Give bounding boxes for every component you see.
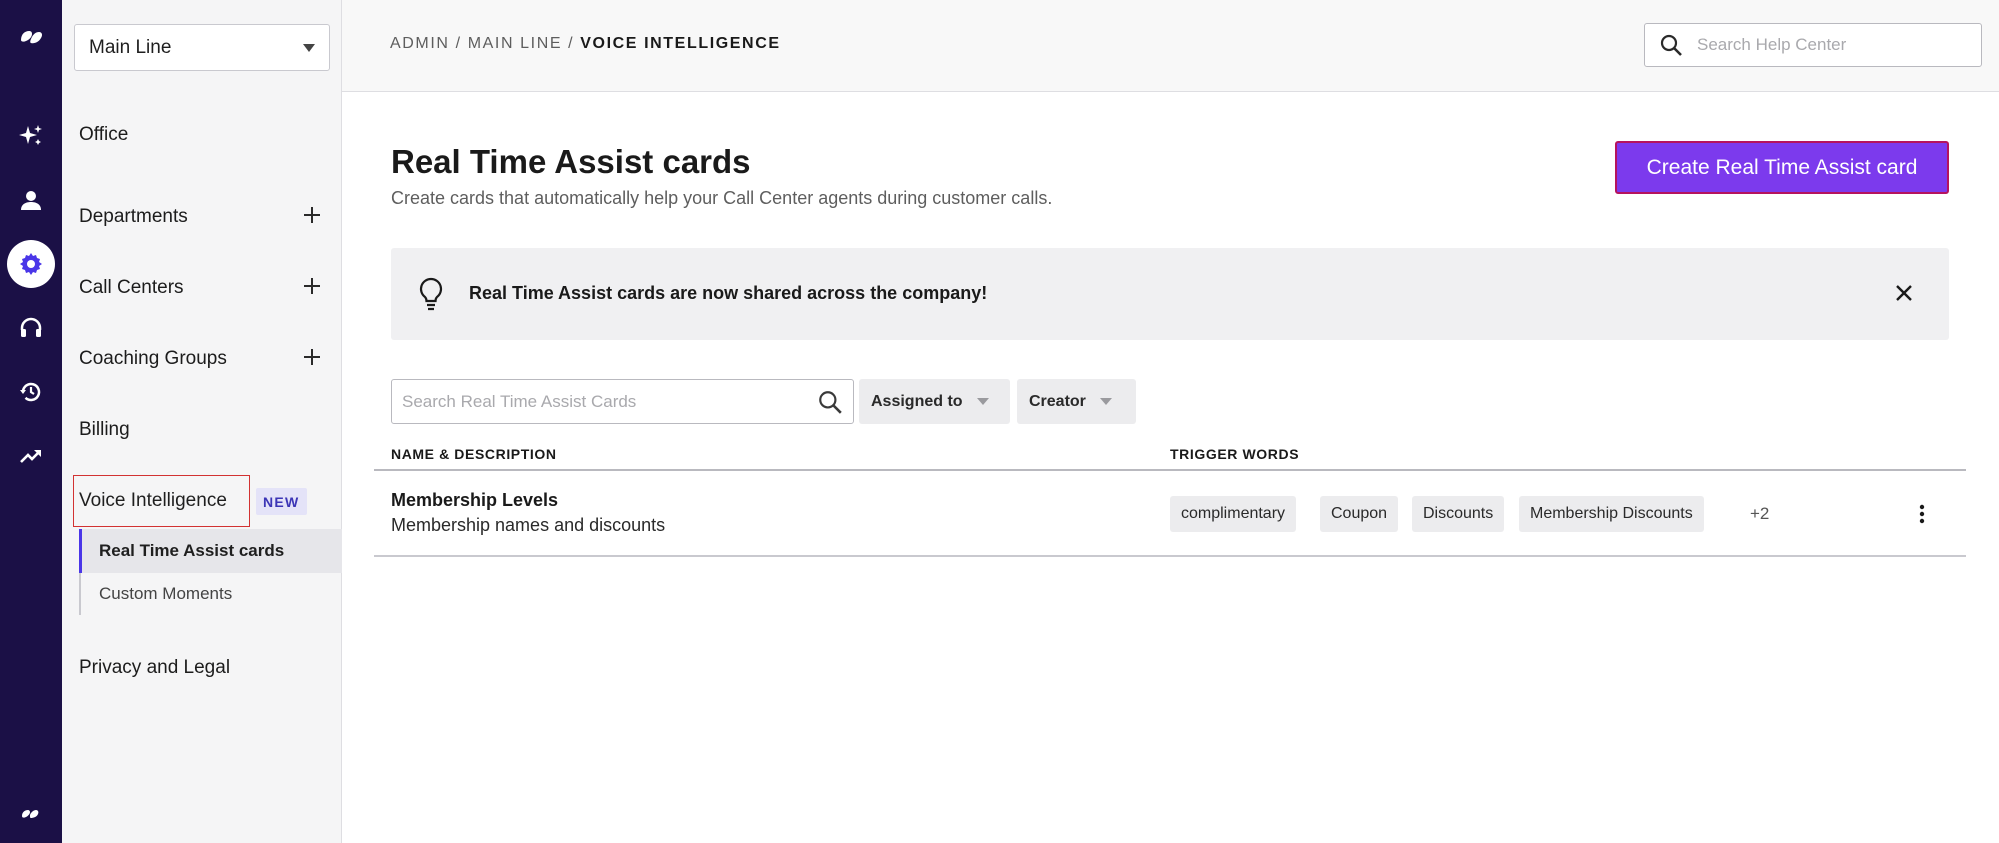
add-call-center-icon[interactable] xyxy=(302,276,322,296)
subnav-line xyxy=(79,573,81,615)
table-header-divider xyxy=(374,469,1966,471)
gear-icon[interactable] xyxy=(7,240,55,288)
column-header-trigger-words[interactable]: TRIGGER WORDS xyxy=(1170,446,1299,462)
trigger-tag: Membership Discounts xyxy=(1519,496,1704,532)
card-name[interactable]: Membership Levels xyxy=(391,490,558,511)
office-select[interactable]: Main Line xyxy=(74,24,330,71)
sidebar-item-voice-intelligence[interactable]: Voice Intelligence xyxy=(79,490,227,512)
column-header-name[interactable]: NAME & DESCRIPTION xyxy=(391,446,557,462)
dialpad-small-logo-icon[interactable] xyxy=(7,790,55,838)
creator-filter[interactable]: Creator xyxy=(1017,379,1136,424)
trigger-tag: complimentary xyxy=(1170,496,1297,532)
filter-label: Creator xyxy=(1029,392,1086,410)
filter-label: Assigned to xyxy=(871,392,963,410)
card-search-input[interactable] xyxy=(402,391,817,412)
help-search-input[interactable] xyxy=(1697,35,1957,55)
trigger-tag: Coupon xyxy=(1320,496,1399,532)
headset-icon[interactable] xyxy=(7,304,55,352)
chevron-down-icon xyxy=(976,398,989,405)
table-row-divider xyxy=(374,555,1966,557)
sidebar-item-office[interactable]: Office xyxy=(79,124,128,146)
office-select-value: Main Line xyxy=(89,36,172,58)
sidebar-item-coaching-groups[interactable]: Coaching Groups xyxy=(79,348,227,370)
create-card-button[interactable]: Create Real Time Assist card xyxy=(1615,141,1949,194)
sidebar-item-call-centers[interactable]: Call Centers xyxy=(79,277,184,299)
history-icon[interactable] xyxy=(7,368,55,416)
page-title: Real Time Assist cards xyxy=(391,143,751,180)
sidebar-item-departments[interactable]: Departments xyxy=(79,206,188,228)
top-bar: ADMIN / MAIN LINE / VOICE INTELLIGENCE xyxy=(342,0,1999,92)
close-icon[interactable] xyxy=(1893,282,1915,304)
dialpad-logo-icon[interactable] xyxy=(7,14,55,62)
sparkle-ai-icon[interactable] xyxy=(7,112,55,160)
add-department-icon[interactable] xyxy=(302,205,322,225)
sidebar-item-privacy-legal[interactable]: Privacy and Legal xyxy=(79,657,230,679)
add-coaching-group-icon[interactable] xyxy=(302,347,322,367)
more-options-icon[interactable] xyxy=(1916,503,1928,525)
trending-icon[interactable] xyxy=(7,432,55,480)
sidebar-item-billing[interactable]: Billing xyxy=(79,419,130,441)
breadcrumb-current: VOICE INTELLIGENCE xyxy=(580,35,781,52)
lightbulb-icon xyxy=(419,277,443,311)
more-tags-count[interactable]: +2 xyxy=(1750,504,1769,524)
sidebar-subitem-real-time-assist[interactable]: Real Time Assist cards xyxy=(79,529,342,573)
assigned-to-filter[interactable]: Assigned to xyxy=(859,379,1010,424)
sidebar-subitem-label: Real Time Assist cards xyxy=(99,541,285,560)
breadcrumb-admin[interactable]: ADMIN xyxy=(390,35,450,52)
breadcrumb-separator: / xyxy=(455,35,462,52)
app-rail xyxy=(0,0,62,843)
info-banner: Real Time Assist cards are now shared ac… xyxy=(391,248,1949,340)
page-subtitle: Create cards that automatically help you… xyxy=(391,188,1053,208)
person-icon[interactable] xyxy=(7,176,55,224)
search-icon[interactable] xyxy=(817,389,843,415)
card-search[interactable] xyxy=(391,379,854,424)
breadcrumb: ADMIN / MAIN LINE / VOICE INTELLIGENCE xyxy=(390,35,781,53)
banner-message: Real Time Assist cards are now shared ac… xyxy=(469,283,988,303)
new-badge: NEW xyxy=(256,488,307,515)
help-center-search[interactable] xyxy=(1644,23,1982,67)
search-icon xyxy=(1660,34,1682,56)
chevron-down-icon xyxy=(1099,398,1112,405)
settings-sidebar: Main Line Office Departments Call Center… xyxy=(62,0,342,843)
chevron-down-icon xyxy=(303,43,315,52)
breadcrumb-separator: / xyxy=(568,35,575,52)
trigger-tag: Discounts xyxy=(1412,496,1505,532)
breadcrumb-main-line[interactable]: MAIN LINE xyxy=(468,35,562,52)
card-description: Membership names and discounts xyxy=(391,515,666,535)
sidebar-subitem-custom-moments[interactable]: Custom Moments xyxy=(99,584,232,604)
